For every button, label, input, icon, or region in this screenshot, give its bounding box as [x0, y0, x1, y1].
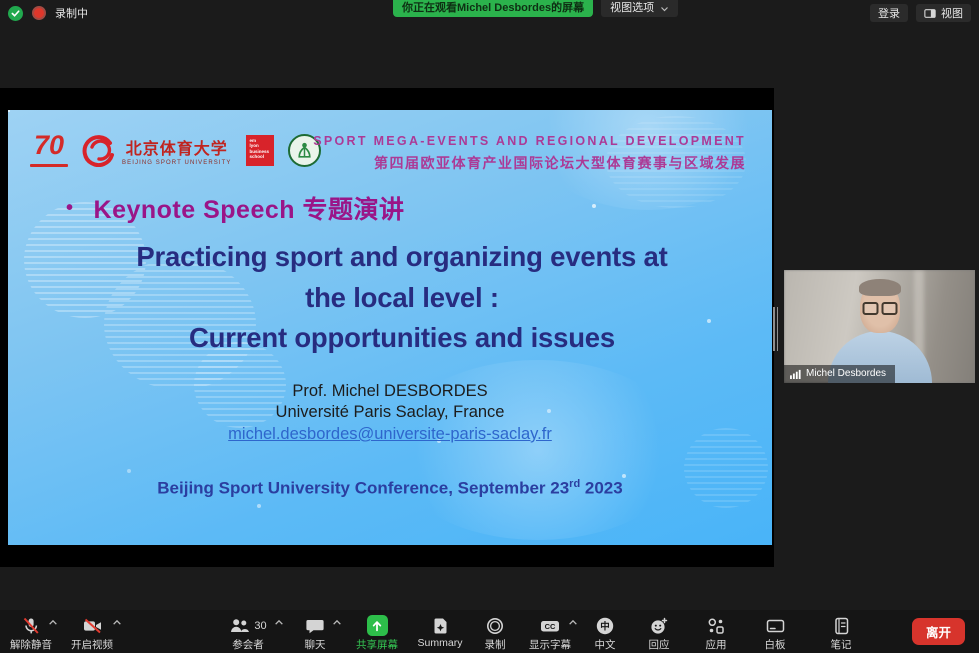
chevron-up-icon[interactable]: [274, 619, 284, 626]
bsu-swirl-icon: [82, 133, 116, 167]
recording-status-label: 录制中: [55, 5, 88, 21]
emlyon-business-school-logo: em lyon business school: [246, 135, 274, 166]
chevron-up-icon[interactable]: [332, 619, 342, 626]
reactions-label: 回应: [649, 637, 670, 652]
footer-year: 2023: [580, 479, 623, 498]
unmute-label: 解除静音: [10, 637, 52, 652]
participant-name-label: Michel Desbordes: [806, 368, 886, 379]
whiteboard-button[interactable]: 白板: [744, 610, 806, 653]
whiteboard-label: 白板: [765, 637, 786, 652]
notes-button[interactable]: 笔记: [806, 610, 876, 653]
meeting-toolbar: 解除静音 开启视频 30 参会者: [0, 610, 979, 653]
chevron-up-icon[interactable]: [112, 619, 122, 626]
summary-button[interactable]: Summary: [410, 610, 470, 653]
reactions-button[interactable]: 回应: [630, 610, 688, 653]
emlyon-line: business school: [250, 149, 274, 160]
conference-title-english: SPORT MEGA-EVENTS AND REGIONAL DEVELOPME…: [313, 134, 746, 148]
bullet-point: •: [66, 197, 74, 220]
viewing-screen-banner: 你正在观看Michel Desbordes的屏幕: [393, 0, 593, 17]
view-options-label: 视图选项: [610, 0, 654, 17]
author-email-link[interactable]: michel.desbordes@universite-paris-saclay…: [8, 424, 772, 445]
bsu-name-chinese: 北京体育大学: [122, 135, 232, 159]
security-shield-icon[interactable]: [8, 6, 23, 21]
language-icon: 中: [595, 616, 615, 636]
share-screen-button[interactable]: 共享屏幕: [344, 610, 410, 653]
chevron-up-icon[interactable]: [568, 619, 578, 626]
slide-title-line: the local level :: [20, 278, 772, 319]
apps-icon: [706, 616, 726, 636]
participants-label: 参会者: [232, 637, 264, 652]
footer-text: Beijing Sport University Conference, Sep…: [157, 479, 569, 498]
footer-superscript: rd: [569, 478, 580, 490]
view-button[interactable]: 视图: [916, 4, 971, 22]
reactions-icon: [649, 616, 669, 636]
author-name: Prof. Michel DESBORDES: [8, 381, 772, 402]
summary-icon: [431, 616, 450, 636]
view-options-dropdown[interactable]: 视图选项: [601, 0, 678, 17]
author-affiliation: Université Paris Saclay, France: [8, 402, 772, 423]
slide-title-line: Practicing sport and organizing events a…: [20, 237, 772, 278]
author-block: Prof. Michel DESBORDES Université Paris …: [8, 381, 772, 445]
apps-label: 应用: [706, 637, 727, 652]
record-label: 录制: [485, 637, 506, 652]
captions-label: 显示字幕: [529, 637, 571, 652]
layout-view-icon: [924, 8, 936, 19]
language-glyph: 中: [600, 620, 610, 632]
panel-collapse-handle[interactable]: [772, 306, 779, 352]
record-icon: [485, 616, 505, 636]
participants-count-badge: 30: [254, 620, 266, 632]
seventy-label: 70: [34, 130, 64, 160]
conference-header: SPORT MEGA-EVENTS AND REGIONAL DEVELOPME…: [313, 134, 746, 173]
participants-icon: [229, 616, 250, 636]
chat-label: 聊天: [305, 637, 326, 652]
chat-icon: [305, 616, 325, 636]
captions-icon: CC: [539, 616, 561, 636]
summary-label: Summary: [418, 637, 463, 649]
start-video-button[interactable]: 开启视频: [60, 610, 124, 653]
beijing-sport-university-logo: 北京体育大学 BEIJING SPORT UNIVERSITY: [82, 133, 232, 167]
chevron-down-icon: [660, 6, 669, 12]
apps-button[interactable]: 应用: [688, 610, 744, 653]
record-button[interactable]: 录制: [470, 610, 520, 653]
language-button[interactable]: 中 中文: [580, 610, 630, 653]
presentation-slide: 70 北京体育大学 BEIJING SPORT UNIVERSITY em ly…: [8, 110, 772, 545]
slide-title: Practicing sport and organizing events a…: [20, 237, 772, 359]
participants-button[interactable]: 30 参会者: [210, 610, 286, 653]
notes-label: 笔记: [831, 637, 852, 652]
notes-icon: [832, 616, 851, 636]
share-screen-icon: [367, 615, 388, 636]
recording-indicator-icon[interactable]: [32, 6, 46, 20]
chevron-up-icon[interactable]: [48, 619, 58, 626]
participant-hair: [859, 279, 901, 296]
bsu-70th-anniversary-logo: 70: [26, 130, 72, 170]
language-label: 中文: [595, 637, 616, 652]
participant-video-tile[interactable]: Michel Desbordes: [784, 270, 975, 383]
keynote-speech-line: • Keynote Speech 专题演讲: [66, 190, 404, 226]
mic-off-icon: [21, 616, 41, 636]
share-screen-label: 共享屏幕: [356, 637, 398, 652]
leave-label: 离开: [926, 622, 951, 641]
keynote-speech-label: Keynote Speech 专题演讲: [94, 190, 405, 226]
unmute-button[interactable]: 解除静音: [2, 610, 60, 653]
window-top-bar: 录制中 你正在观看Michel Desbordes的屏幕 视图选项 登录 视图: [0, 0, 979, 26]
conference-footer: Beijing Sport University Conference, Sep…: [8, 478, 772, 499]
slide-title-line: Current opportunities and issues: [20, 318, 772, 359]
captions-button[interactable]: CC 显示字幕: [520, 610, 580, 653]
audio-signal-bars-icon: [790, 369, 801, 379]
start-video-label: 开启视频: [71, 637, 113, 652]
signin-button[interactable]: 登录: [870, 4, 908, 22]
signin-label: 登录: [878, 5, 900, 21]
conference-title-chinese: 第四届欧亚体育产业国际论坛大型体育赛事与区域发展: [313, 153, 746, 173]
captions-glyph: CC: [545, 622, 556, 631]
camera-off-icon: [82, 616, 103, 636]
view-label: 视图: [941, 5, 963, 21]
bsu-name-english: BEIJING SPORT UNIVERSITY: [122, 160, 232, 166]
whiteboard-icon: [765, 616, 786, 636]
chat-button[interactable]: 聊天: [286, 610, 344, 653]
decorative-dots: [8, 110, 10, 112]
participant-name-tag: Michel Desbordes: [784, 365, 895, 383]
shared-screen-frame: 70 北京体育大学 BEIJING SPORT UNIVERSITY em ly…: [0, 88, 774, 567]
leave-meeting-button[interactable]: 离开: [912, 618, 965, 645]
participant-glasses: [862, 302, 897, 315]
